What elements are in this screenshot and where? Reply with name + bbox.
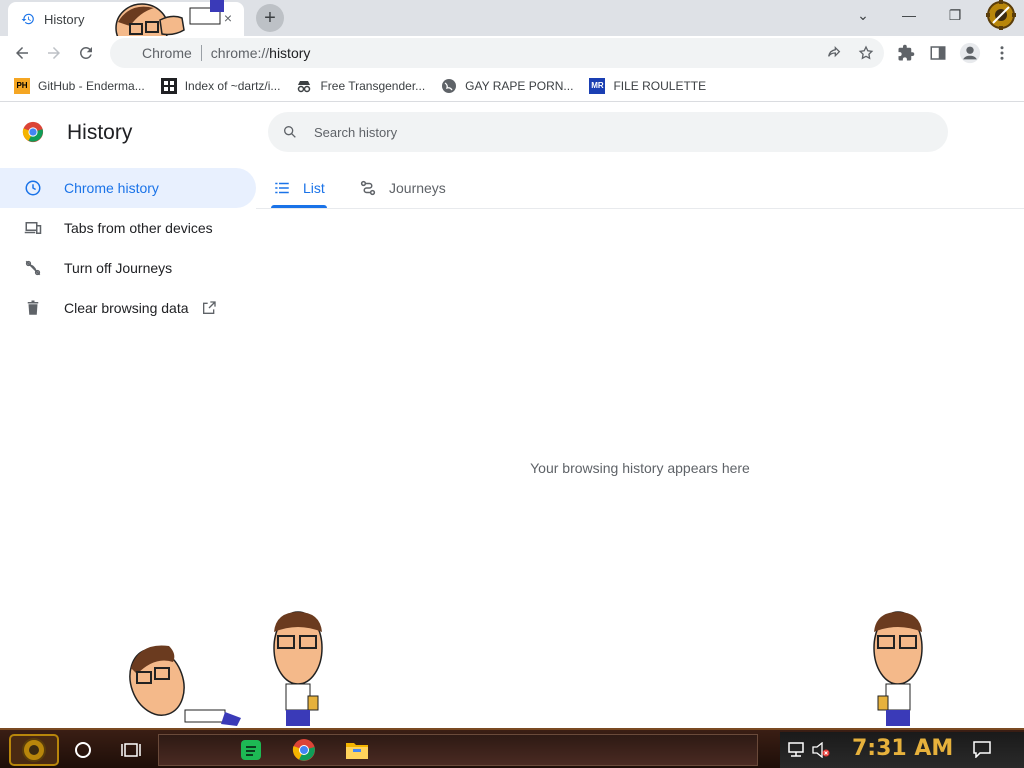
taskbar: 7:31 AM — [0, 728, 1024, 768]
profile-button[interactable] — [956, 39, 984, 67]
kebab-menu-icon — [1000, 46, 1004, 60]
journeys-icon — [360, 180, 376, 196]
puzzle-icon — [898, 44, 915, 61]
reload-button[interactable] — [72, 39, 100, 67]
url-path: history — [269, 45, 311, 61]
bookmarks-bar: PH GitHub - Enderma... Index of ~dartz/i… — [0, 70, 1024, 102]
tab-title: History — [44, 11, 85, 27]
side-panel-icon — [930, 46, 946, 60]
share-icon[interactable] — [826, 45, 842, 61]
sidebar-item-tabs-from-other-devices[interactable]: Tabs from other devices — [0, 208, 256, 248]
list-icon — [275, 182, 289, 194]
sidebar-item-label: Clear browsing data — [64, 300, 189, 316]
empty-state-message: Your browsing history appears here — [530, 460, 750, 476]
tab-journeys[interactable]: Journeys — [359, 168, 446, 208]
chrome-logo-icon — [22, 121, 44, 143]
bookmark-item[interactable]: PH GitHub - Enderma... — [14, 77, 145, 94]
page-title: History — [67, 121, 133, 144]
tab-search-icon[interactable]: ⌄ — [840, 0, 886, 30]
spy-icon — [296, 78, 312, 94]
omnibox-chip: Chrome — [142, 45, 192, 61]
bookmark-item[interactable]: MR FILE ROULETTE — [589, 77, 707, 94]
journeys-off-icon — [25, 260, 41, 276]
bookmark-label: GAY RAPE PORN... — [465, 78, 574, 93]
tab-label: List — [303, 180, 325, 196]
volume-muted-icon[interactable] — [812, 742, 830, 758]
history-favicon-icon — [20, 11, 36, 27]
cortana-icon — [75, 742, 91, 758]
file-explorer-icon — [346, 743, 368, 759]
gear-icon — [986, 0, 1016, 30]
taskbar-clock[interactable]: 7:31 AM — [852, 736, 953, 761]
bookmark-item[interactable]: Index of ~dartz/i... — [160, 77, 281, 94]
bookmark-item[interactable]: Free Transgender... — [296, 78, 425, 94]
search-input[interactable]: Search history — [268, 112, 948, 152]
grid-icon — [160, 77, 177, 94]
search-icon — [284, 125, 296, 138]
sidebar: Chrome history Tabs from other devices T… — [0, 168, 256, 328]
url-scheme: chrome:// — [210, 45, 270, 61]
ph-logo-icon: PH — [14, 77, 30, 94]
sidebar-item-turn-off-journeys[interactable]: Turn off Journeys — [0, 248, 256, 288]
url-text: chrome://history — [211, 45, 311, 61]
steampunk-start-icon — [9, 734, 59, 766]
new-tab-button[interactable]: + — [256, 4, 284, 32]
bookmark-label: Index of ~dartz/i... — [184, 78, 281, 93]
sidebar-item-label: Chrome history — [64, 180, 159, 196]
hank-sprite-standing — [273, 611, 323, 726]
task-view-button[interactable] — [116, 734, 146, 766]
devices-icon — [24, 222, 42, 234]
chrome-icon — [292, 739, 315, 761]
open-in-new-icon — [202, 301, 216, 314]
sidebar-item-chrome-history[interactable]: Chrome history — [0, 168, 256, 208]
file-roulette-icon: MR — [589, 77, 606, 94]
forward-arrow-icon — [48, 47, 60, 59]
task-view-icon — [121, 743, 141, 757]
reload-icon — [79, 46, 92, 59]
bookmark-label: GitHub - Enderma... — [38, 78, 145, 93]
tab-label: Journeys — [389, 180, 446, 196]
network-icon[interactable] — [788, 742, 806, 758]
active-tab-indicator — [271, 205, 327, 208]
extensions-button[interactable] — [892, 39, 920, 67]
history-tabs: List Journeys — [256, 168, 1024, 209]
start-button[interactable] — [6, 734, 62, 766]
address-bar[interactable]: Chrome chrome://history — [110, 38, 884, 68]
toolbar: Chrome chrome://history — [0, 36, 1024, 70]
hank-sprite-standing-right — [873, 611, 923, 726]
globe-icon — [441, 78, 457, 94]
omnibox-separator — [200, 45, 202, 61]
clock-icon — [25, 180, 41, 196]
search-placeholder: Search history — [314, 124, 398, 140]
spotify-button[interactable] — [236, 734, 266, 766]
sidebar-item-label: Tabs from other devices — [64, 220, 213, 236]
restore-button[interactable]: ❐ — [932, 0, 978, 30]
side-panel-button[interactable] — [924, 39, 952, 67]
bookmark-label: FILE ROULETTE — [613, 78, 707, 93]
sidebar-item-clear-browsing-data[interactable]: Clear browsing data — [0, 288, 256, 328]
tab-list[interactable]: List — [273, 168, 325, 208]
minimize-button[interactable]: — — [886, 0, 932, 30]
cortana-button[interactable] — [68, 734, 98, 766]
back-arrow-icon — [16, 47, 28, 59]
chrome-taskbar-button[interactable] — [288, 734, 320, 766]
menu-button[interactable] — [988, 39, 1016, 67]
forward-button[interactable] — [40, 39, 68, 67]
back-button[interactable] — [8, 39, 36, 67]
hank-sprite-sitting — [129, 645, 241, 726]
spotify-icon — [241, 740, 261, 760]
avatar-icon — [959, 42, 981, 64]
bookmark-item[interactable]: GAY RAPE PORN... — [441, 78, 573, 94]
close-window-button[interactable] — [978, 0, 1024, 30]
bookmark-star-icon[interactable] — [858, 45, 874, 61]
trash-icon — [27, 300, 39, 315]
bookmark-label: Free Transgender... — [320, 78, 426, 93]
sidebar-item-label: Turn off Journeys — [64, 260, 173, 276]
file-explorer-button[interactable] — [342, 734, 372, 766]
notification-icon[interactable] — [972, 740, 992, 758]
